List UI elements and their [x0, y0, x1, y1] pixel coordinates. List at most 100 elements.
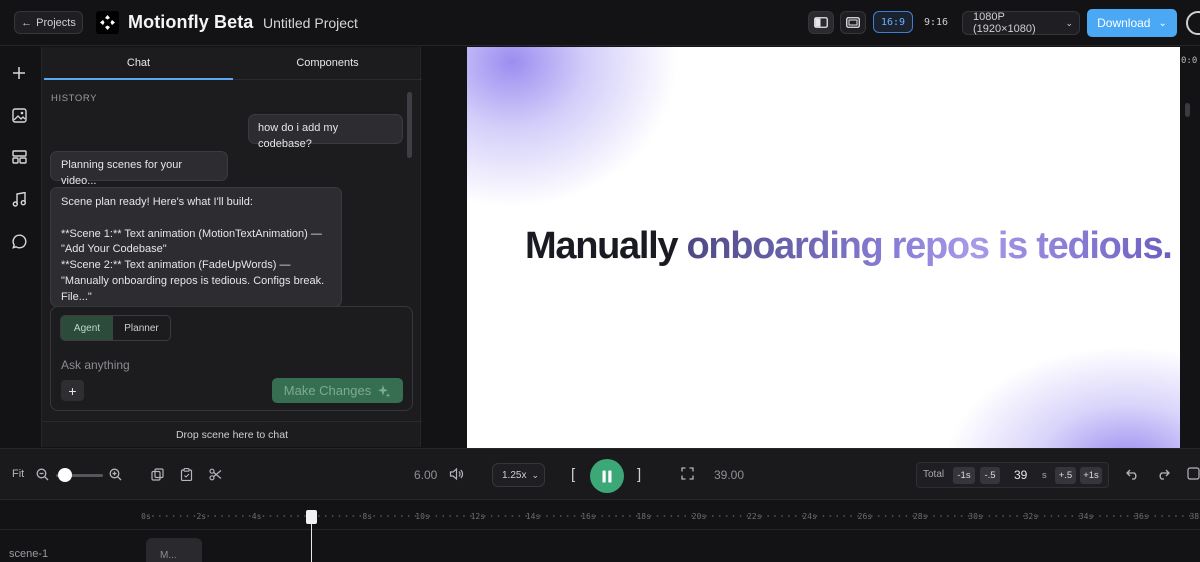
image-icon[interactable] [9, 105, 29, 125]
chevron-down-icon: ⌄ [1158, 17, 1167, 29]
total-duration-input[interactable]: 39 [1014, 468, 1027, 482]
timeline: 0s2s4s6s8s10s12s14s16s18s20s22s24s26s28s… [0, 501, 1200, 562]
volume-icon[interactable] [449, 467, 464, 486]
download-button[interactable]: Download ⌄ [1087, 9, 1177, 37]
tab-components[interactable]: Components [233, 47, 422, 80]
user-avatar[interactable] [1186, 11, 1200, 35]
ruler-minor-tick [1064, 515, 1067, 517]
zoom-out-icon[interactable] [36, 468, 49, 486]
chat-scrollbar[interactable] [407, 92, 412, 158]
top-bar: ← Projects Motionfly Beta Untitled Proje… [0, 0, 1200, 46]
resolution-select[interactable]: 1080P (1920×1080) ⌄ [962, 11, 1080, 35]
plus-half-button[interactable]: +.5 [1055, 467, 1076, 484]
ruler-minor-tick [725, 515, 728, 517]
mark-out-button[interactable]: ] [637, 466, 641, 483]
fullscreen-icon[interactable] [681, 467, 694, 485]
redo-icon[interactable] [1156, 467, 1170, 485]
timeline-clip[interactable]: M... [146, 538, 202, 562]
layout-left-panel-button[interactable] [808, 11, 834, 34]
ruler-minor-tick [449, 515, 452, 517]
ruler-minor-tick [338, 515, 341, 517]
chat-icon[interactable] [9, 231, 29, 251]
duplicate-icon[interactable] [151, 468, 164, 486]
ruler-minor-tick [435, 515, 438, 517]
ruler-minor-tick [711, 515, 714, 517]
download-label: Download [1097, 16, 1151, 30]
ruler-minor-tick [214, 515, 217, 517]
total-label: Total [923, 469, 945, 480]
chat-input[interactable] [61, 356, 391, 374]
ruler-minor-tick [1050, 515, 1053, 517]
ruler-minor-tick [241, 515, 244, 517]
minus-1s-button[interactable]: -1s [953, 467, 975, 484]
layout-full-preview-button[interactable] [840, 11, 866, 34]
ruler-minor-tick [566, 515, 569, 517]
video-canvas[interactable]: Manually onboarding repos is tedious. [467, 47, 1180, 448]
zoom-slider-thumb[interactable] [58, 468, 72, 482]
layout-icon[interactable] [9, 147, 29, 167]
ruler-tick-label: 38s [1189, 512, 1200, 521]
fit-button[interactable]: Fit [12, 468, 24, 480]
chat-composer: Agent Planner + Make Changes [50, 306, 413, 411]
ruler-minor-tick [953, 515, 956, 517]
preview-scrollbar[interactable] [1185, 103, 1190, 117]
ruler-minor-tick [497, 515, 500, 517]
ruler-tick-label: 20s [692, 512, 707, 521]
ruler-minor-tick [946, 515, 949, 517]
play-pause-button[interactable] [590, 459, 624, 493]
left-rail [0, 47, 40, 447]
back-to-projects-button[interactable]: ← Projects [14, 11, 83, 34]
ruler-tick-label: 22s [747, 512, 762, 521]
chat-history[interactable]: HISTORY how do i add my codebase? Planni… [42, 87, 412, 339]
chevron-down-icon: ⌄ [531, 469, 539, 480]
playhead-handle[interactable] [306, 510, 317, 524]
add-icon[interactable] [9, 63, 29, 83]
ruler-minor-tick [1126, 515, 1129, 517]
zoom-in-icon[interactable] [109, 468, 122, 486]
ruler-minor-tick [1036, 515, 1039, 517]
make-changes-button[interactable]: Make Changes [272, 378, 403, 403]
ruler-minor-tick [269, 515, 272, 517]
ruler-minor-tick [898, 515, 901, 517]
ruler-tick-label: 26s [858, 512, 873, 521]
more-icon[interactable] [1187, 467, 1200, 485]
minus-half-button[interactable]: -.5 [980, 467, 1000, 484]
undo-icon[interactable] [1126, 467, 1140, 485]
project-name[interactable]: Untitled Project [263, 15, 358, 31]
make-changes-label: Make Changes [283, 383, 372, 398]
speed-select[interactable]: 1.25x ⌄ [492, 463, 545, 487]
mark-in-button[interactable]: [ [571, 466, 575, 483]
ruler-minor-tick [359, 515, 362, 517]
playback-controls: Fit 6.00 1.25x ⌄ [ ] 39.00 Total -1s -.5… [0, 448, 1200, 500]
aspect-16-9-button[interactable]: 16:9 [873, 11, 913, 33]
plus-1s-button[interactable]: +1s [1080, 467, 1102, 484]
music-icon[interactable] [9, 189, 29, 209]
ruler-minor-tick [649, 515, 652, 517]
app-logo [96, 11, 119, 34]
ruler-minor-tick [1002, 515, 1005, 517]
ruler-minor-tick [1181, 515, 1184, 517]
gradient-blob-top-left [467, 47, 677, 207]
ruler-minor-tick [1043, 515, 1046, 517]
preview-area: Manually onboarding repos is tedious. 0:… [422, 47, 1200, 448]
mode-planner-button[interactable]: Planner [113, 316, 170, 340]
ruler-minor-tick [988, 515, 991, 517]
ruler-minor-tick [518, 515, 521, 517]
scissors-icon[interactable] [209, 468, 222, 486]
app-window: ← Projects Motionfly Beta Untitled Proje… [0, 0, 1200, 562]
aspect-9-16-button[interactable]: 9:16 [918, 11, 954, 33]
ruler-minor-tick [836, 515, 839, 517]
ruler-tick-label: 8s [362, 512, 372, 521]
tab-chat[interactable]: Chat [44, 47, 233, 80]
timeline-ruler[interactable]: 0s2s4s6s8s10s12s14s16s18s20s22s24s26s28s… [0, 509, 1200, 523]
paste-icon[interactable] [180, 468, 193, 486]
ruler-minor-tick [317, 515, 320, 517]
drop-scene-hint[interactable]: Drop scene here to chat [42, 421, 422, 447]
ruler-minor-tick [207, 515, 210, 517]
seconds-unit: s [1042, 470, 1047, 481]
ruler-tick-label: 24s [802, 512, 817, 521]
mode-agent-button[interactable]: Agent [61, 316, 113, 340]
attach-button[interactable]: + [61, 380, 84, 401]
panel-left-icon [814, 17, 828, 28]
ruler-minor-tick [172, 515, 175, 517]
